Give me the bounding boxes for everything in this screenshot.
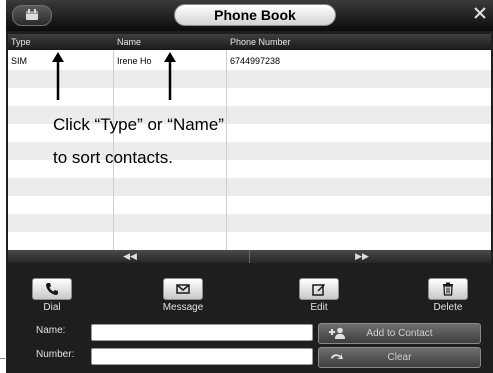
delete-action: Delete <box>417 278 479 313</box>
clear-button[interactable]: Clear <box>318 347 481 368</box>
annotation-line-1: Click “Type” or “Name” <box>53 115 224 134</box>
table-header: Type Name Phone Number <box>8 34 491 50</box>
number-input[interactable] <box>91 348 313 365</box>
number-label: Number: <box>36 349 75 360</box>
prev-page-button[interactable]: ◀◀ <box>8 250 249 263</box>
column-header-phone[interactable]: Phone Number <box>227 34 291 50</box>
calendar-button[interactable] <box>12 5 52 26</box>
column-header-name[interactable]: Name <box>114 34 141 50</box>
table-row[interactable] <box>8 88 491 106</box>
up-arrow-name-annotation <box>164 52 176 100</box>
table-row[interactable]: SIM Irene Ho 6744997238 <box>8 52 491 70</box>
next-page-button[interactable]: ▶▶ <box>250 250 491 263</box>
margin-mark <box>0 358 5 359</box>
name-input[interactable] <box>91 324 313 341</box>
annotation-line-2: to sort contacts. <box>53 148 173 167</box>
table-row[interactable] <box>8 214 491 232</box>
dial-action: Dial <box>21 278 83 313</box>
table-row[interactable] <box>8 178 491 196</box>
title-bar: Phone Book <box>6 0 493 31</box>
cell-phone: 6744997238 <box>230 56 281 66</box>
phone-book-app: Phone Book Type Name Phone Number SIM Ir… <box>6 0 493 373</box>
phone-icon <box>46 283 58 295</box>
table-row[interactable] <box>8 70 491 88</box>
delete-button[interactable] <box>428 278 468 300</box>
clear-label: Clear <box>387 352 412 363</box>
edit-button[interactable] <box>299 278 339 300</box>
dial-label: Dial <box>43 302 61 313</box>
dial-button[interactable] <box>32 278 72 300</box>
table-row[interactable] <box>8 232 491 250</box>
message-button[interactable] <box>163 278 203 300</box>
calendar-icon <box>26 9 38 20</box>
window-title: Phone Book <box>174 4 336 26</box>
message-action: Message <box>152 278 214 313</box>
name-label: Name: <box>36 325 66 336</box>
envelope-icon <box>176 284 190 294</box>
column-header-type[interactable]: Type <box>8 34 31 50</box>
double-right-arrow-icon: ▶▶ <box>355 251 369 261</box>
edit-icon <box>312 284 325 296</box>
close-icon[interactable] <box>471 4 489 22</box>
edit-label: Edit <box>310 302 328 313</box>
double-left-arrow-icon: ◀◀ <box>123 251 137 261</box>
add-to-contact-button[interactable]: Add to Contact <box>318 323 481 344</box>
pager-bar: ◀◀ ▶▶ <box>8 250 491 263</box>
delete-label: Delete <box>433 302 463 313</box>
cell-type: SIM <box>11 56 28 66</box>
contacts-table: Type Name Phone Number SIM Irene Ho 6744… <box>8 34 491 250</box>
message-label: Message <box>162 302 204 313</box>
table-row[interactable] <box>8 196 491 214</box>
up-arrow-type-annotation <box>52 52 64 100</box>
cell-name: Irene Ho <box>117 56 152 66</box>
column-divider <box>226 50 227 250</box>
add-to-contact-label: Add to Contact <box>366 328 433 339</box>
trash-icon <box>443 282 453 296</box>
edit-action: Edit <box>288 278 350 313</box>
